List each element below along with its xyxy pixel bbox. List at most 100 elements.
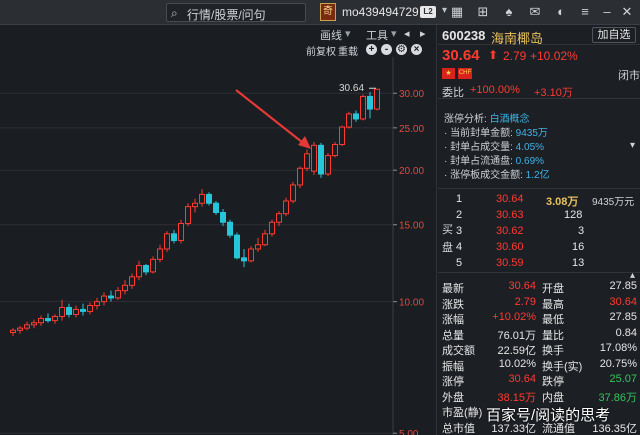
zoom-in-button[interactable]: +	[366, 44, 377, 55]
grid-icon[interactable]: ▦	[448, 3, 466, 21]
candle-body	[297, 167, 303, 186]
stat-row: 总量 76.01万 量比 0.84	[438, 326, 640, 342]
stat-value: 30.64	[609, 295, 637, 308]
minimize-icon[interactable]: –	[598, 3, 616, 21]
chevron-down-icon[interactable]: ▾	[391, 27, 397, 40]
stat-value: 25.07	[609, 373, 637, 385]
candle-body	[269, 221, 275, 235]
candle-body	[367, 95, 373, 110]
orderbook-row[interactable]: 3 30.62 3	[456, 224, 640, 239]
candle-body	[31, 322, 37, 326]
candle-body	[199, 193, 205, 204]
close-chart-button[interactable]: ×	[411, 44, 422, 55]
overlay-button[interactable]: 重载	[338, 43, 358, 58]
gift-icon[interactable]: ⊞	[474, 3, 492, 21]
candle-body	[171, 233, 177, 242]
shirt-icon[interactable]: ♠	[500, 3, 518, 21]
avatar[interactable]: 奇	[320, 3, 336, 21]
candle-body	[157, 248, 163, 260]
candle-body	[45, 318, 51, 322]
market-flags: ★ CHF 闭市	[438, 66, 640, 82]
ratio-label: 委比	[442, 87, 464, 99]
analysis-line: · 封单占成交量: 4.05%	[444, 138, 544, 153]
china-flag-icon: ★	[442, 68, 455, 79]
stat-value: 10.02%	[498, 357, 536, 370]
candle-body	[262, 233, 268, 246]
stat-row: 外盘 38.15万 内盘 37.86万	[438, 388, 640, 404]
candle-body	[80, 308, 86, 312]
candle-body	[353, 113, 359, 120]
search-input[interactable]: ⌕ 行情/股票/问句	[166, 3, 306, 22]
palette-icon[interactable]: ◐	[552, 3, 570, 21]
orderbook-row[interactable]: 5 30.59 13	[456, 256, 640, 271]
chevron-down-icon[interactable]: ▾	[442, 5, 447, 16]
candle-body	[185, 206, 191, 224]
candle-body	[248, 248, 254, 262]
mail-icon[interactable]: ✉	[526, 3, 544, 21]
y-tick-label: 5.00	[399, 429, 419, 435]
ratio-diff: +3.10万	[534, 87, 573, 99]
chf-badge-icon: CHF	[458, 68, 472, 79]
chevron-down-icon[interactable]: ▾	[345, 27, 351, 40]
watermark: 百家号/阅读的思考	[486, 407, 611, 424]
pre-adjust-button[interactable]: 前复权	[306, 43, 336, 58]
stat-value: 27.85	[609, 280, 637, 292]
expand-icon[interactable]: ▸	[420, 27, 426, 40]
collapse-icon[interactable]: ◂	[404, 27, 410, 40]
y-tick-label: 20.00	[399, 166, 424, 177]
search-placeholder: 行情/股票/问句	[187, 8, 266, 22]
candle-body	[360, 95, 366, 120]
candle-body	[73, 308, 79, 315]
stat-row: 涨幅 +10.02% 最低 27.85	[438, 310, 640, 326]
candle-body	[38, 318, 44, 324]
candle-body	[87, 305, 93, 312]
candle-body	[143, 265, 149, 273]
analysis-line-label: · 涨停板成交金额:	[444, 170, 523, 181]
candle-body	[213, 202, 219, 214]
analysis-line: · 涨停板成交金额: 1.2亿	[444, 166, 550, 181]
market-status: 闭市	[618, 70, 640, 82]
candle-body	[311, 144, 317, 172]
candle-body	[206, 193, 212, 204]
candle-body	[101, 295, 107, 303]
candle-body	[192, 202, 198, 208]
up-arrow-icon: ⬆	[488, 48, 499, 62]
orderbook-row[interactable]: 4 30.60 16	[456, 240, 640, 255]
orderbook-row[interactable]: 2 30.63 128	[456, 208, 640, 223]
y-tick-label: 30.00	[399, 89, 424, 100]
username[interactable]: mo439494729	[342, 5, 419, 19]
zoom-out-button[interactable]: -	[381, 44, 392, 55]
candle-body	[255, 244, 261, 250]
candle-body	[136, 265, 142, 278]
stat-value: 27.85	[609, 311, 637, 323]
level-badge: L2	[420, 6, 436, 18]
stat-row: 最新 30.64 开盘 27.85	[438, 279, 640, 295]
high-price-label: 30.64	[339, 83, 364, 94]
add-watchlist-button[interactable]: 加自选	[592, 27, 636, 43]
stat-value: 0.84	[615, 326, 637, 339]
candle-body	[178, 222, 184, 242]
stat-value: +10.02%	[492, 311, 536, 323]
kline-chart-panel: 画线 ▾ 工具 ▾ ◂ ▸ 前复权 重载 + - ⚙ × 30.00 25.00 2…	[0, 25, 437, 435]
candle-body	[122, 284, 128, 292]
chart-toolbar-secondary: 前复权 重载 + - ⚙ ×	[0, 41, 437, 58]
limit-up-analysis: 涨停分析: 白酒概念 · 当前封单金额: 9435万 · 封单占成交量: 4.0…	[438, 104, 640, 182]
order-book: 买 盘 9435万元 1 30.64 3.08万 2 30.63 128 3 3…	[438, 188, 640, 273]
y-tick-label: 15.00	[399, 221, 424, 232]
candle-body	[115, 290, 121, 299]
stat-row: 成交额 22.59亿 换手 17.08%	[438, 341, 640, 357]
chevron-down-icon[interactable]: ▾	[630, 140, 635, 151]
close-icon[interactable]: ✕	[618, 3, 636, 21]
stock-code: 600238	[442, 28, 486, 43]
settings-button[interactable]: ⚙	[396, 44, 407, 55]
order-ratio: 委比 +100.00% +3.10万	[438, 82, 640, 99]
candle-body	[346, 113, 352, 128]
stat-value: 30.64	[508, 280, 536, 292]
orderbook-row[interactable]: 1 30.64 3.08万	[456, 192, 640, 208]
annotation-arrowhead	[298, 136, 311, 150]
candle-body	[227, 221, 233, 236]
candlestick-chart[interactable]: 30.00 25.00 20.00 15.00 10.00 5.00 30.64	[0, 57, 437, 435]
stock-name: 海南椰岛	[491, 31, 544, 46]
menu-icon[interactable]: ≡	[576, 3, 594, 21]
y-tick-label: 25.00	[399, 124, 424, 135]
